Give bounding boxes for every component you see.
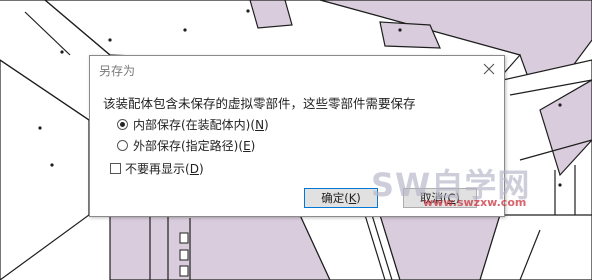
checkbox-box[interactable] (110, 163, 121, 174)
radio-save-internal[interactable]: 内部保存(在装配体内)(N) (117, 116, 269, 133)
radio-internal-label: 内部保存(在装配体内) (133, 118, 251, 132)
ok-button-label: 确定 (321, 191, 345, 205)
dont-show-again-checkbox[interactable]: 不要再显示(D) (110, 160, 204, 177)
checkbox-mnemonic: D (189, 161, 199, 176)
radio-external-label: 外部保存(指定路径) (133, 139, 239, 153)
radio-save-external[interactable]: 外部保存(指定路径)(E) (117, 137, 255, 154)
radio-internal-mnemonic: N (255, 117, 265, 132)
ok-button[interactable]: 确定(K) (304, 188, 378, 208)
dialog-titlebar[interactable]: 另存为 (90, 56, 504, 84)
ok-button-mnemonic: K (348, 191, 357, 205)
watermark-url: www.swzxw.com (423, 196, 527, 209)
radio-button-selected[interactable] (117, 119, 128, 130)
radio-button-unselected[interactable] (117, 140, 128, 151)
dialog-title: 另存为 (99, 64, 136, 78)
dialog-message: 该装配体包含未保存的虚拟零部件，这些零部件需要保存 (103, 96, 416, 111)
close-icon[interactable] (476, 58, 502, 82)
watermark: SW自学网 www.swzxw.com (371, 160, 531, 218)
checkbox-label: 不要再显示 (125, 162, 186, 176)
radio-external-mnemonic: E (243, 138, 251, 153)
